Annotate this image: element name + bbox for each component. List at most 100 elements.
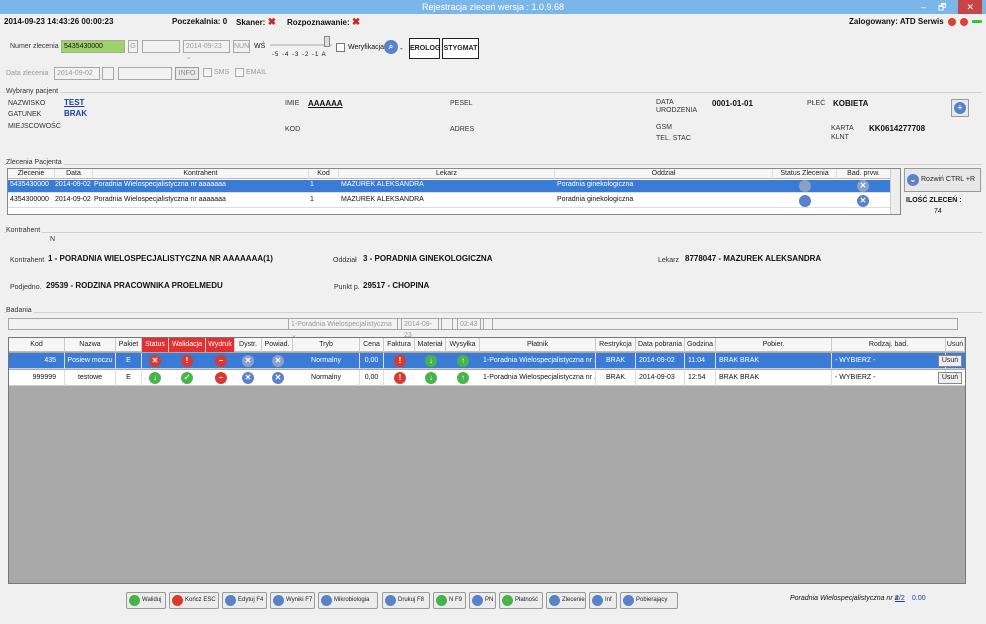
numer-zlecenia-input[interactable]: 5435430000 — [61, 40, 125, 53]
col-nazwa[interactable]: Nazwa — [65, 338, 116, 352]
dystr-icon[interactable]: ✕ — [242, 372, 254, 384]
badania-filter-select[interactable]: 1-Poradnia Wielospecjalistyczna ⌄ — [288, 318, 398, 339]
wysylka-icon[interactable]: ↑ — [457, 355, 469, 367]
dystr-icon[interactable]: ✕ — [242, 355, 254, 367]
nf9-button[interactable]: N F9 — [433, 592, 466, 609]
search-icon[interactable]: ⌕ — [384, 40, 398, 54]
delete-button[interactable]: Usuń — [938, 372, 962, 384]
status-icon[interactable] — [799, 180, 811, 192]
koncz-button[interactable]: Kończ ESC — [169, 592, 219, 609]
time-field[interactable] — [118, 67, 172, 80]
table-row[interactable]: 999999 testowe E ↓ ✓ – ✕ ✕ Normalny 0,00… — [9, 370, 965, 386]
calendar-icon[interactable] — [441, 318, 453, 330]
col-tryb[interactable]: Tryb — [293, 338, 360, 352]
status-icon[interactable] — [799, 195, 811, 207]
cell-pobier[interactable]: BRAK BRAK — [716, 353, 832, 369]
status-error-icon[interactable]: ✕ — [149, 355, 161, 367]
col-wysylka[interactable]: Wysyłka — [446, 338, 480, 352]
col-usun[interactable]: Usuń — [946, 338, 965, 352]
weryfikacja-checkbox[interactable] — [336, 43, 345, 52]
material-icon[interactable]: ↓ — [425, 355, 437, 367]
orders-scrollbar[interactable] — [890, 169, 900, 214]
col-data-pobrania[interactable]: Data pobrania — [636, 338, 685, 352]
calendar-icon[interactable] — [102, 67, 114, 80]
col-material[interactable]: Materiał — [415, 338, 446, 352]
col-status[interactable]: Status — [142, 338, 169, 352]
zlecenie-button[interactable]: Zlecenie — [546, 592, 586, 609]
col-walidacja[interactable]: Walidacja — [169, 338, 206, 352]
status-ok-icon[interactable]: ↓ — [149, 372, 161, 384]
col-wydruk[interactable]: Wydruk — [206, 338, 235, 352]
drukuj-button[interactable]: Drukuj F8 — [382, 592, 430, 609]
nun-field[interactable]: NUN — [233, 40, 250, 53]
col-pakiet[interactable]: Pakiet — [116, 338, 142, 352]
col-rodzaj[interactable]: Rodzaj. bad. — [832, 338, 946, 352]
faktura-icon[interactable]: ! — [394, 372, 406, 384]
walidacja-icon[interactable]: ! — [181, 355, 193, 367]
wyniki-button[interactable]: Wyniki F7 — [270, 592, 315, 609]
col-godzina[interactable]: Godzina — [685, 338, 716, 352]
pobierajacy-button[interactable]: Pobierający — [620, 592, 678, 609]
slider-handle[interactable] — [324, 36, 330, 47]
wysylka-icon[interactable]: ↑ — [457, 372, 469, 384]
wydruk-icon[interactable]: – — [215, 355, 227, 367]
patient-add-button[interactable]: + — [951, 99, 969, 117]
delete-button[interactable]: Usuń — [938, 355, 962, 367]
table-row[interactable]: 5435430000 2014-09-02 Poradnia Wielospec… — [8, 180, 900, 193]
minimize-icon[interactable]: – — [921, 0, 926, 14]
blank-field[interactable] — [142, 40, 180, 53]
sms-checkbox[interactable] — [203, 68, 212, 77]
footer-page-link[interactable]: 2/2 — [895, 595, 905, 602]
col-oddzial[interactable]: Oddział — [555, 169, 773, 179]
walidacja-ok-icon[interactable]: ✓ — [181, 372, 193, 384]
close-icon[interactable]: ✕ — [857, 180, 869, 192]
powiad-icon[interactable]: ✕ — [272, 355, 284, 367]
nazwisko-link[interactable]: TEST — [64, 98, 84, 107]
col-lekarz[interactable]: Lekarz — [339, 169, 555, 179]
restore-icon[interactable]: 🗗 — [938, 0, 946, 14]
cell-rodzaj[interactable]: - WYBIERZ - — [832, 353, 946, 369]
info-button[interactable]: INFO — [175, 67, 199, 80]
imie-value[interactable]: AAAAAA — [308, 99, 343, 108]
waliduj-button[interactable]: Waliduj — [126, 592, 166, 609]
g-field[interactable]: G — [128, 40, 138, 53]
close-icon[interactable]: ✕ — [958, 0, 982, 14]
col-restrykcja[interactable]: Restrykcja — [596, 338, 636, 352]
col-kod[interactable]: Kod — [9, 338, 65, 352]
col-status[interactable]: Status Zlecenia — [773, 169, 837, 179]
serolog-button[interactable]: EROLOG — [409, 38, 440, 59]
wydruk-icon[interactable]: – — [215, 372, 227, 384]
table-row[interactable]: 4354300000 2014-09-02 Poradnia Wielospec… — [8, 195, 900, 208]
col-bad[interactable]: Bad. prvw. — [837, 169, 891, 179]
col-zlecenie[interactable]: Zlecenie — [8, 169, 55, 179]
email-checkbox[interactable] — [235, 68, 244, 77]
cell-pobier[interactable]: BRAK BRAK — [716, 370, 832, 386]
order-date-field[interactable]: 2014-09-23 ⌄ — [183, 40, 230, 61]
pn-button[interactable]: PN — [469, 592, 496, 609]
powiad-icon[interactable]: ✕ — [272, 372, 284, 384]
time-spinner[interactable] — [483, 318, 493, 330]
edytuj-button[interactable]: Edytuj F4 — [222, 592, 267, 609]
material-icon[interactable]: ↓ — [425, 372, 437, 384]
rozwin-button[interactable]: ⌄ Rozwiń CTRL +R — [904, 168, 981, 192]
col-pobier[interactable]: Pobier. — [716, 338, 832, 352]
col-kontrahent[interactable]: Kontrahent — [93, 169, 309, 179]
platnosc-button[interactable]: Płatność — [499, 592, 543, 609]
close-icon[interactable]: ✕ — [857, 195, 869, 207]
inf-button[interactable]: Inf — [589, 592, 617, 609]
badania-filter-date[interactable]: 2014-09-23 — [401, 318, 439, 339]
col-faktura[interactable]: Faktura — [384, 338, 415, 352]
col-platnik[interactable]: Płatnik — [480, 338, 596, 352]
cell-rodzaj[interactable]: - WYBIERZ - — [832, 370, 946, 386]
col-powiad[interactable]: Powiad. — [262, 338, 293, 352]
data-zlecenia-field[interactable]: 2014-09-02 — [54, 67, 100, 80]
mikrobiologia-button[interactable]: Mikrobiologia — [318, 592, 378, 609]
col-cena[interactable]: Cena — [360, 338, 384, 352]
stygmat-button[interactable]: STYGMAT — [442, 38, 479, 59]
badania-filter-time[interactable]: 02:43 — [457, 318, 481, 330]
table-row[interactable]: 435 Posiew moczu E ✕ ! – ✕ ✕ Normalny 0,… — [9, 353, 965, 369]
faktura-icon[interactable]: ! — [394, 355, 406, 367]
col-dystr[interactable]: Dystr. — [235, 338, 262, 352]
col-data[interactable]: Data — [55, 169, 93, 179]
col-kod[interactable]: Kod — [309, 169, 339, 179]
